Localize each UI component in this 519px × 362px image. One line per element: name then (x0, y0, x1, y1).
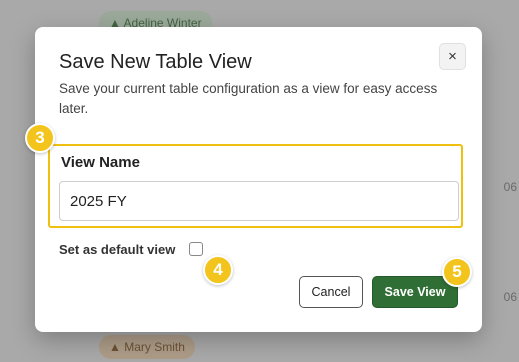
dialog-description: Save your current table configuration as… (59, 81, 438, 116)
close-icon: × (448, 48, 457, 65)
step-marker: 3 (25, 123, 55, 153)
cancel-button[interactable]: Cancel (299, 276, 363, 308)
step-marker: 5 (442, 257, 472, 287)
view-name-input[interactable] (59, 181, 459, 221)
step-marker: 4 (203, 255, 233, 285)
default-view-label: Set as default view (59, 242, 176, 257)
dialog-title: Save New Table View (59, 51, 252, 73)
default-view-checkbox[interactable] (189, 242, 203, 256)
view-name-label: View Name (61, 154, 140, 171)
view-name-field-highlight: View Name (48, 144, 463, 228)
save-view-dialog: Save New Table View Save your current ta… (35, 27, 482, 332)
close-button[interactable]: × (439, 43, 466, 70)
